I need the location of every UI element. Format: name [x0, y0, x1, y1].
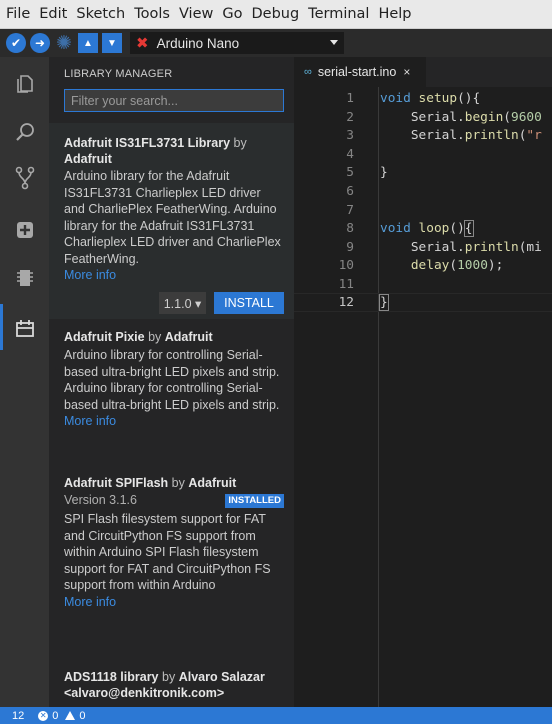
- line-number: 5: [346, 165, 354, 180]
- more-info-link[interactable]: More info: [64, 267, 284, 283]
- version-select[interactable]: 1.1.0 ▾: [159, 292, 206, 314]
- line-number: 3: [346, 128, 354, 143]
- status-bar: 12 ✕ 0 0: [0, 707, 552, 724]
- menu-go[interactable]: Go: [222, 6, 242, 22]
- activity-bar: [0, 57, 49, 707]
- library-item[interactable]: Adafruit IS31FL3731 Library by Adafruit …: [49, 123, 294, 319]
- install-button[interactable]: INSTALL: [214, 292, 284, 314]
- download-arrow-icon[interactable]: ▼: [102, 33, 122, 53]
- menu-tools[interactable]: Tools: [134, 6, 170, 22]
- active-indicator: [0, 304, 3, 350]
- code-line: void loop(){: [380, 220, 474, 237]
- code-line: void setup(){: [380, 91, 481, 106]
- menu-view[interactable]: View: [179, 6, 213, 22]
- status-error-count[interactable]: 0: [52, 710, 58, 722]
- library-item-title: Adafruit IS31FL3731 Library by Adafruit: [64, 136, 247, 166]
- library-filter-input[interactable]: [64, 89, 284, 112]
- line-number: 6: [346, 184, 354, 199]
- warning-icon: [65, 711, 76, 720]
- line-number: 2: [346, 110, 354, 125]
- toolbar: ✔ ➜ ✺ ▲ ▼ ✖ Arduino Nano: [0, 29, 552, 57]
- more-info-link[interactable]: More info: [64, 413, 284, 429]
- menu-help[interactable]: Help: [378, 6, 411, 22]
- upload-arrow-icon[interactable]: ▲: [78, 33, 98, 53]
- error-icon: ✕: [38, 710, 49, 721]
- upload-icon[interactable]: ➜: [30, 33, 50, 53]
- board-name: Arduino Nano: [156, 35, 240, 51]
- indent-guide: [378, 87, 379, 707]
- code-line: }: [380, 165, 388, 180]
- board-selector[interactable]: ✖ Arduino Nano: [130, 32, 344, 54]
- library-item-description: Arduino library for the Adafruit IS31FL3…: [64, 169, 281, 266]
- menu-sketch[interactable]: Sketch: [76, 6, 125, 22]
- library-item-title: Adafruit Pixie by Adafruit: [64, 330, 213, 344]
- library-manager-icon[interactable]: [12, 315, 38, 341]
- error-x-icon: ✖: [136, 35, 149, 52]
- code-line: Serial.println(mi: [410, 240, 542, 255]
- line-number: 11: [338, 277, 354, 292]
- menu-bar: File Edit Sketch Tools View Go Debug Ter…: [0, 0, 552, 29]
- debug-icon[interactable]: ✺: [54, 33, 74, 53]
- tab-label: serial-start.ino: [317, 65, 397, 79]
- library-item-title: Adafruit SPIFlash by Adafruit: [64, 476, 237, 490]
- menu-terminal[interactable]: Terminal: [308, 6, 369, 22]
- code-line: Serial.begin(9600: [410, 110, 542, 125]
- search-icon[interactable]: [12, 119, 38, 145]
- line-number: 9: [346, 240, 354, 255]
- boards-manager-icon[interactable]: [12, 217, 38, 243]
- infinity-icon: ∞: [304, 66, 312, 78]
- installed-badge: INSTALLED: [225, 493, 284, 508]
- chevron-down-icon: [330, 40, 338, 45]
- chip-icon[interactable]: [12, 265, 38, 291]
- tab-serial-start[interactable]: ∞ serial-start.ino ×: [294, 57, 426, 87]
- library-item[interactable]: ADS1118 library by Alvaro Salazar <alvar…: [49, 669, 294, 701]
- library-manager-title: LIBRARY MANAGER: [64, 68, 173, 80]
- line-number: 1: [346, 91, 354, 106]
- code-line: Serial.println("r: [410, 128, 542, 143]
- status-warning-count[interactable]: 0: [79, 710, 85, 722]
- line-number: 7: [346, 203, 354, 218]
- library-item-version: Version 3.1.6: [64, 493, 137, 507]
- library-manager-panel: LIBRARY MANAGER Adafruit IS31FL3731 Libr…: [49, 57, 294, 707]
- line-number: 8: [346, 221, 354, 236]
- files-icon[interactable]: [12, 71, 38, 97]
- menu-file[interactable]: File: [6, 6, 30, 22]
- library-item[interactable]: Adafruit SPIFlash by Adafruit Version 3.…: [49, 475, 294, 610]
- library-item-actions: 1.1.0 ▾ INSTALL: [64, 292, 284, 314]
- code-line: }: [379, 294, 389, 311]
- library-item-version-row: Version 3.1.6 INSTALLED: [64, 492, 284, 509]
- menu-edit[interactable]: Edit: [39, 6, 67, 22]
- source-control-icon[interactable]: [12, 165, 38, 191]
- close-icon[interactable]: ×: [403, 65, 410, 79]
- status-line-number[interactable]: 12: [12, 710, 24, 722]
- library-item-description: SPI Flash filesystem support for FAT and…: [64, 512, 271, 592]
- code-line: delay(1000);: [410, 258, 504, 273]
- line-number: 10: [338, 258, 354, 273]
- verify-icon[interactable]: ✔: [6, 33, 26, 53]
- more-info-link[interactable]: More info: [64, 594, 284, 610]
- library-item[interactable]: Adafruit Pixie by Adafruit Arduino libra…: [49, 329, 294, 429]
- editor-tab-strip: ∞ serial-start.ino ×: [294, 57, 552, 87]
- line-number-current: 12: [338, 295, 354, 310]
- code-editor[interactable]: 1 2 3 4 5 6 7 8 9 10 11 12 void setup(){…: [294, 87, 552, 707]
- library-item-title: ADS1118 library by Alvaro Salazar <alvar…: [64, 670, 265, 700]
- menu-debug[interactable]: Debug: [251, 6, 299, 22]
- library-item-description: Arduino library for controlling Serial-b…: [64, 348, 280, 412]
- line-number: 4: [346, 147, 354, 162]
